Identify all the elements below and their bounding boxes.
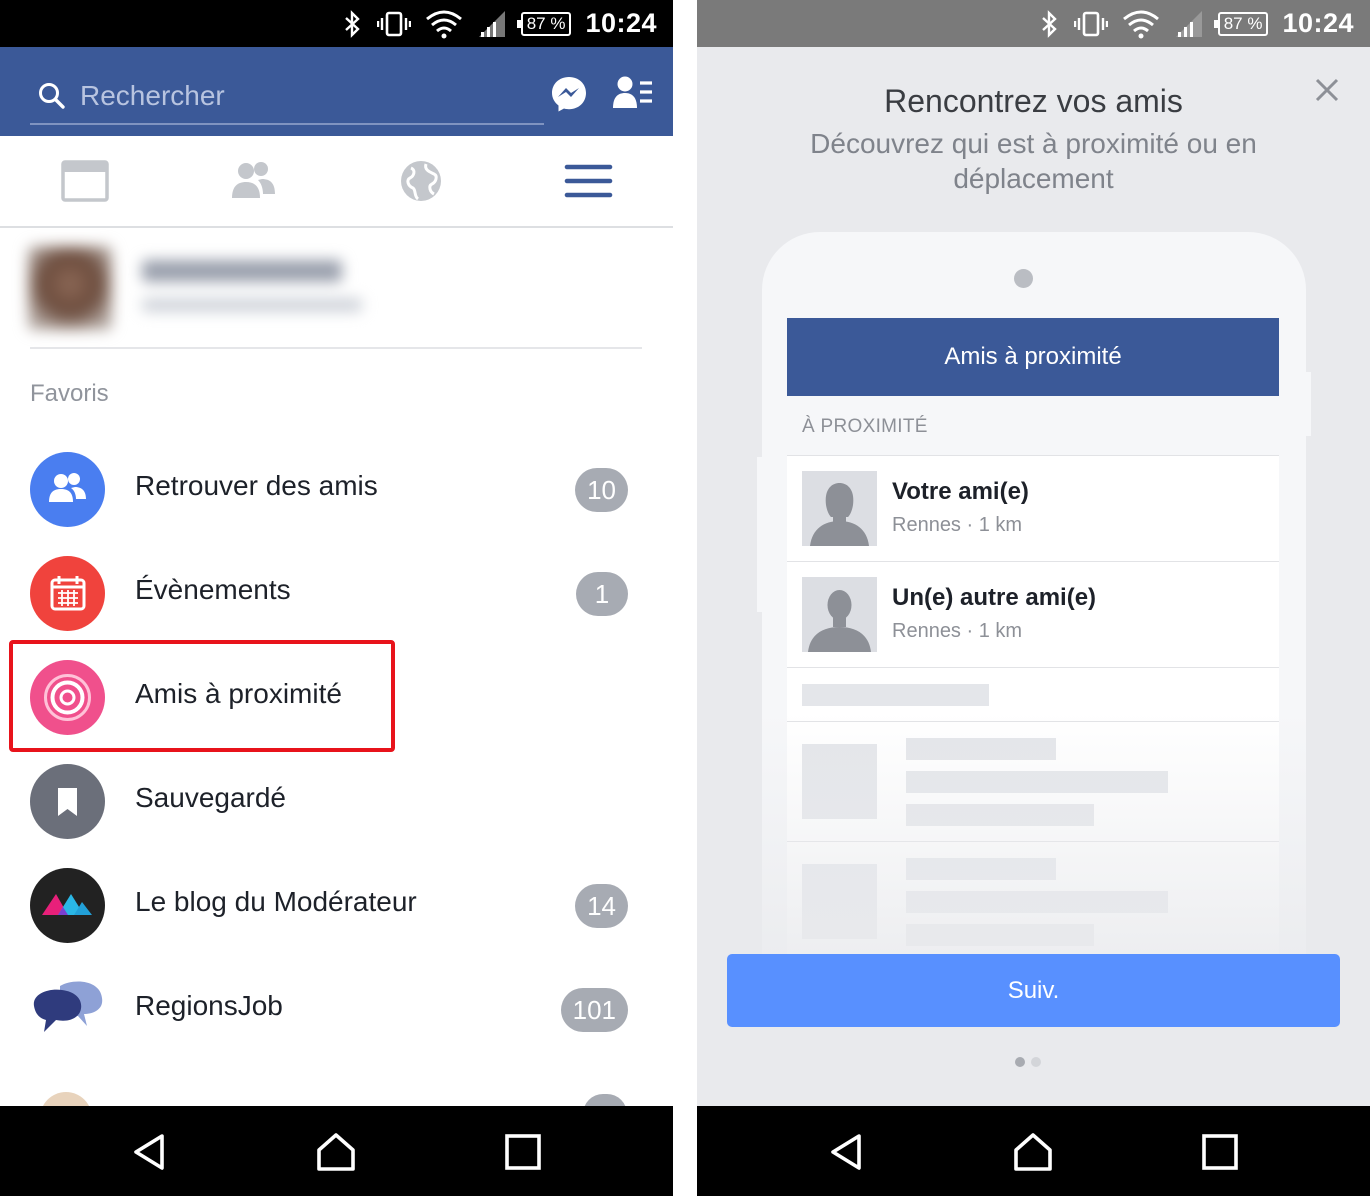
- bluetooth-icon: [1041, 9, 1057, 38]
- phone-side-button: [1305, 372, 1311, 436]
- menu-item-label: Le blog du Modérateur: [135, 886, 417, 917]
- screen-separator: [673, 0, 697, 1196]
- favorites-heading: Favoris: [30, 380, 109, 407]
- regionsjob-logo-icon: [30, 972, 105, 1047]
- search-input[interactable]: Rechercher: [30, 69, 544, 125]
- intro-subtitle: Découvrez qui est à proximité ou en dépl…: [810, 128, 1257, 194]
- divider: [30, 347, 642, 349]
- profile-name-blurred: [142, 260, 342, 282]
- home-icon[interactable]: [316, 1132, 356, 1172]
- highlight-box: [9, 640, 395, 752]
- wifi-icon: [1122, 10, 1159, 38]
- female-avatar-icon: [802, 471, 877, 546]
- facebook-menu-screen: 87 % 10:24 Rechercher Favoris Retrouver …: [0, 0, 673, 1196]
- menu-item-events[interactable]: Évènements 1: [30, 554, 640, 634]
- section-label: À PROXIMITÉ: [802, 416, 928, 437]
- menu-item-regionsjob[interactable]: RegionsJob 101: [30, 970, 640, 1050]
- wifi-icon: [425, 10, 462, 38]
- android-nav-bar: [697, 1106, 1370, 1196]
- friend-name: Votre ami(e): [892, 478, 1029, 505]
- friend-name: Un(e) autre ami(e): [892, 584, 1097, 611]
- menu-item-blog-moderateur[interactable]: Le blog du Modérateur 14: [30, 866, 640, 946]
- status-bar: 87 % 10:24: [0, 0, 673, 47]
- tab-news-feed-icon[interactable]: [60, 158, 110, 204]
- bookmark-icon: [30, 764, 105, 839]
- messenger-icon[interactable]: [550, 75, 588, 113]
- bluetooth-icon: [344, 9, 360, 38]
- section-header: À PROXIMITÉ: [787, 396, 1279, 456]
- profile-row-blurred[interactable]: [14, 240, 370, 334]
- menu-item-saved[interactable]: Sauvegardé: [30, 762, 640, 842]
- phone-header: Amis à proximité: [787, 318, 1279, 396]
- signal-icon: [478, 10, 505, 37]
- phone-side-button: [757, 457, 763, 612]
- friend-row: Votre ami(e) Rennes · 1 km: [787, 456, 1279, 562]
- avatar: [28, 246, 112, 330]
- signal-icon: [1175, 10, 1202, 37]
- vibrate-icon: [376, 11, 411, 36]
- page-dot: [1031, 1057, 1041, 1067]
- back-icon[interactable]: [827, 1132, 867, 1172]
- male-avatar-icon: [802, 577, 877, 652]
- friend-location: Rennes · 1 km: [892, 620, 1023, 642]
- tab-bar: [0, 136, 673, 228]
- tab-menu-icon[interactable]: [564, 158, 614, 204]
- phone-fade-overlay: [762, 712, 1306, 992]
- placeholder-bar: [802, 684, 989, 706]
- vibrate-icon: [1073, 11, 1108, 36]
- friend-row: Un(e) autre ami(e) Rennes · 1 km: [787, 562, 1279, 668]
- count-badge: 14: [575, 884, 628, 928]
- page-indicator: [1015, 1057, 1055, 1069]
- profile-subtitle-blurred: [142, 298, 362, 312]
- tab-friends-icon[interactable]: [228, 158, 278, 204]
- menu-item-label: Évènements: [135, 574, 291, 605]
- count-badge: 1: [576, 572, 628, 616]
- home-icon[interactable]: [1013, 1132, 1053, 1172]
- menu-item-find-friends[interactable]: Retrouver des amis 10: [30, 450, 640, 530]
- battery-indicator: 87 %: [1213, 11, 1269, 36]
- count-badge: 101: [560, 988, 628, 1032]
- friend-requests-icon[interactable]: [612, 75, 654, 111]
- menu-item-label: Sauvegardé: [135, 782, 287, 813]
- menu-item-label: RegionsJob: [135, 990, 283, 1021]
- count-badge: 10: [575, 468, 628, 512]
- battery-indicator: 87 %: [516, 11, 572, 36]
- recents-icon[interactable]: [503, 1132, 543, 1172]
- next-button[interactable]: Suiv.: [727, 954, 1340, 1027]
- search-placeholder: Rechercher: [80, 80, 225, 111]
- page-dot-active: [1015, 1057, 1025, 1067]
- menu-item-label: Retrouver des amis: [135, 470, 378, 501]
- intro-title: Rencontrez vos amis: [884, 83, 1183, 119]
- facebook-header: Rechercher: [0, 47, 673, 136]
- recents-icon[interactable]: [1200, 1132, 1240, 1172]
- friend-location: Rennes · 1 km: [892, 514, 1023, 536]
- android-nav-bar: [0, 1106, 673, 1196]
- friends-icon: [30, 452, 105, 527]
- status-bar: 87 % 10:24: [697, 0, 1370, 47]
- clock: 10:24: [585, 8, 657, 38]
- calendar-icon: [30, 556, 105, 631]
- bdm-logo-icon: [30, 868, 105, 943]
- phone-camera: [1014, 269, 1033, 288]
- phone-illustration: Amis à proximité À PROXIMITÉ Votre ami(e…: [757, 232, 1311, 992]
- tab-notifications-globe-icon[interactable]: [396, 158, 446, 204]
- search-icon: [39, 83, 65, 109]
- nearby-friends-intro-screen: 87 % 10:24 Rencontrez vos amis Découvrez…: [697, 0, 1370, 1196]
- clock: 10:24: [1282, 8, 1354, 38]
- back-icon[interactable]: [130, 1132, 170, 1172]
